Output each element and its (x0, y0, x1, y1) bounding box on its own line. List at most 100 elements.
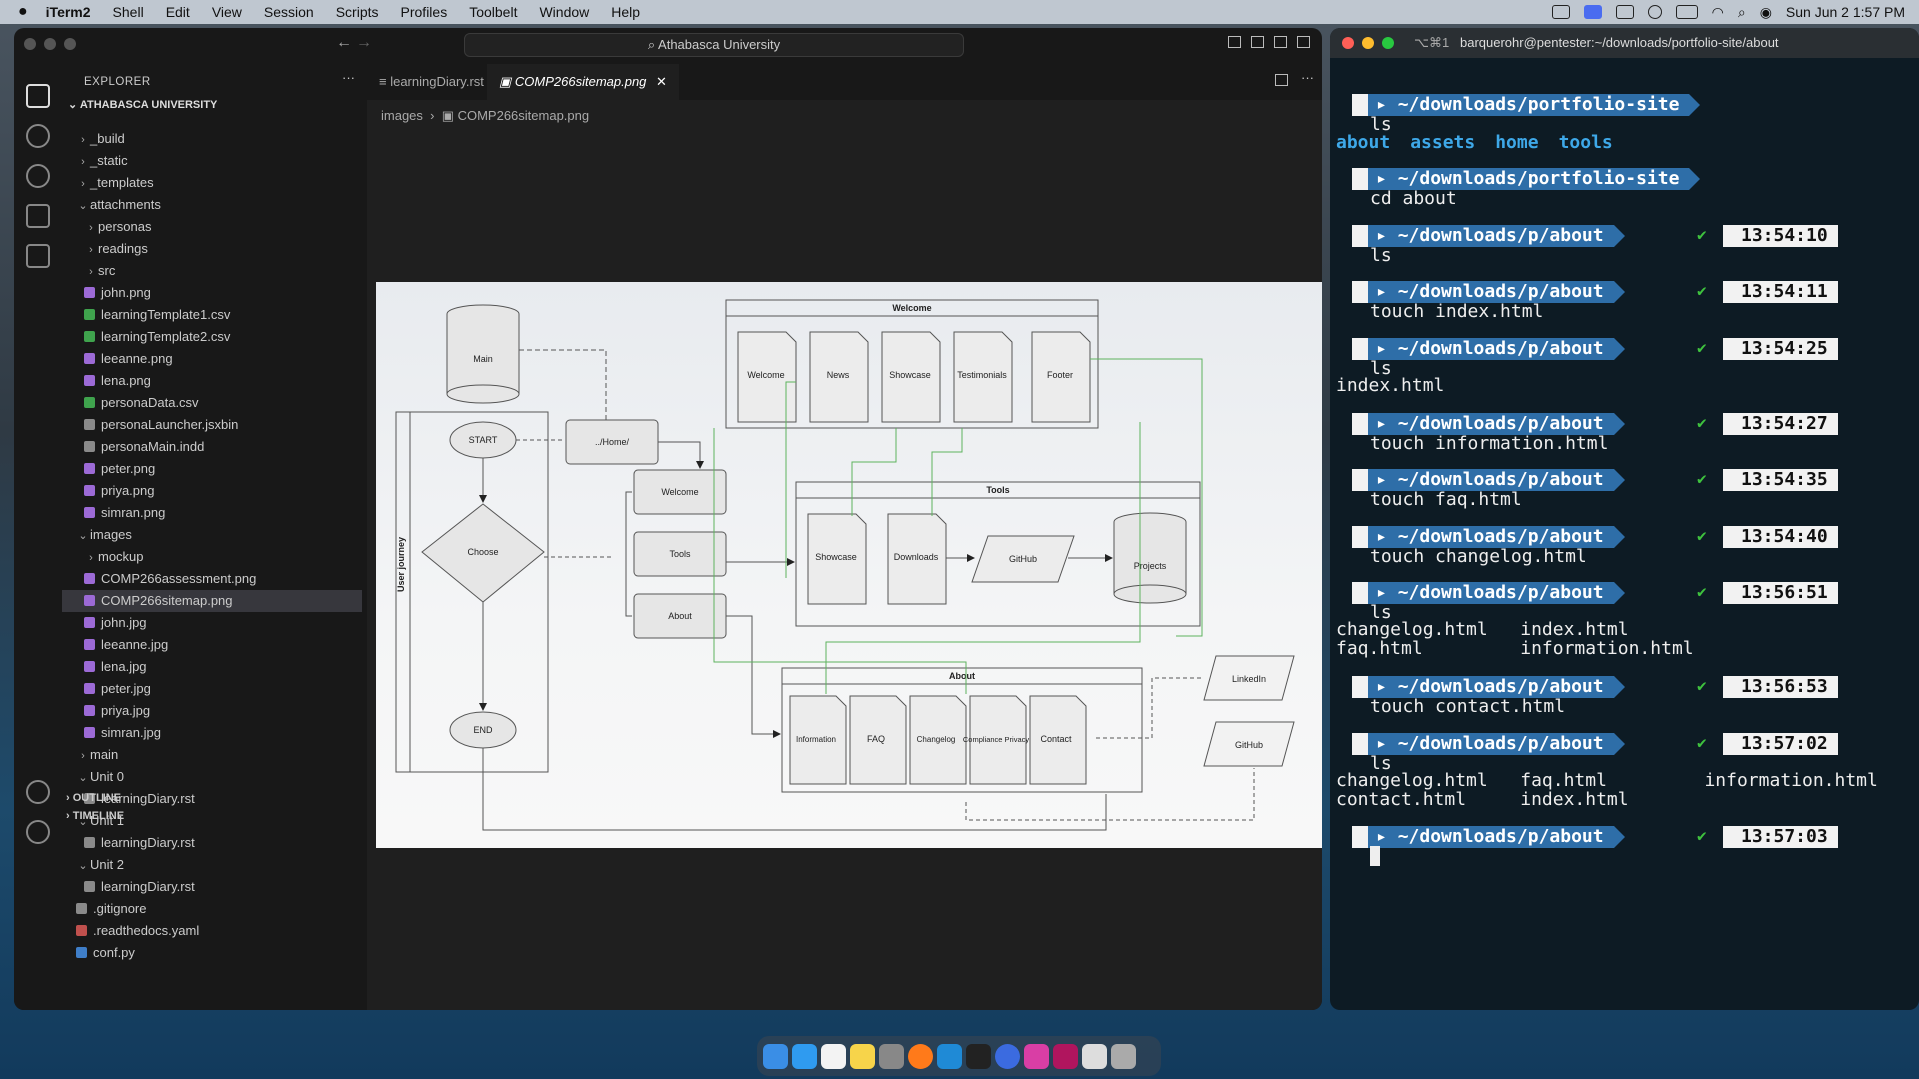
search-icon[interactable] (26, 124, 50, 148)
minimize-button[interactable] (1362, 37, 1374, 49)
vscode-icon[interactable] (937, 1043, 962, 1069)
menu-window[interactable]: Window (539, 4, 589, 20)
tree-file[interactable]: COMP266assessment.png (62, 568, 362, 590)
trash-icon[interactable] (1111, 1043, 1136, 1069)
tree-file[interactable]: lena.png (62, 370, 362, 392)
tree-file[interactable]: john.png (62, 282, 362, 304)
tree-file[interactable]: learningDiary.rst (62, 876, 362, 898)
command-center-search[interactable]: ⌕ Athabasca University (464, 33, 964, 57)
tree-file[interactable]: peter.jpg (62, 678, 362, 700)
menu-view[interactable]: View (212, 4, 242, 20)
tree-file[interactable]: COMP266sitemap.png (62, 590, 362, 612)
finder-icon[interactable] (763, 1043, 788, 1069)
search-icon[interactable]: ⌕ (1738, 4, 1746, 21)
firefox-icon[interactable] (908, 1043, 933, 1069)
breadcrumb-item[interactable]: images (381, 108, 423, 123)
tree-file[interactable]: simran.jpg (62, 722, 362, 744)
tree-folder[interactable]: › _static (62, 150, 362, 172)
back-arrow-icon[interactable]: ← (336, 34, 352, 52)
tree-folder[interactable]: › mockup (62, 546, 362, 568)
close-button[interactable] (24, 38, 36, 50)
tree-folder[interactable]: › main (62, 744, 362, 766)
tree-file[interactable]: priya.png (62, 480, 362, 502)
tree-file[interactable]: conf.py (62, 942, 362, 964)
toggle-secondary-sidebar-icon[interactable] (1274, 36, 1287, 48)
menu-scripts[interactable]: Scripts (336, 4, 379, 20)
mail-icon[interactable] (792, 1043, 817, 1069)
close-button[interactable] (1342, 37, 1354, 49)
tab-sitemap[interactable]: ▣ COMP266sitemap.png ✕ (487, 64, 679, 100)
workspace-root[interactable]: ⌄ ATHABASCA UNIVERSITY (68, 98, 217, 111)
menu-shell[interactable]: Shell (113, 4, 144, 20)
terminal-icon[interactable] (966, 1043, 991, 1069)
breadcrumb-item[interactable]: COMP266sitemap.png (458, 108, 590, 123)
account-icon[interactable] (26, 780, 50, 804)
tree-file[interactable]: learningDiary.rst (62, 832, 362, 854)
wifi-icon[interactable]: ◠ (1712, 4, 1724, 21)
split-editor-icon[interactable] (1275, 74, 1288, 86)
tree-file[interactable]: peter.png (62, 458, 362, 480)
tree-folder[interactable]: › personas (62, 216, 362, 238)
settings-icon[interactable] (879, 1043, 904, 1069)
tree-file[interactable]: john.jpg (62, 612, 362, 634)
tree-file[interactable]: .gitignore (62, 898, 362, 920)
tree-file[interactable]: personaMain.indd (62, 436, 362, 458)
tree-file[interactable]: leeanne.jpg (62, 634, 362, 656)
tree-folder[interactable]: ⌄ images (62, 524, 362, 546)
explorer-icon[interactable] (26, 84, 50, 108)
tree-file[interactable]: personaData.csv (62, 392, 362, 414)
menu-app-name[interactable]: iTerm2 (46, 4, 91, 20)
messenger-icon[interactable] (995, 1043, 1020, 1069)
extensions-icon[interactable] (26, 244, 50, 268)
tree-file[interactable]: simran.png (62, 502, 362, 524)
tree-file[interactable]: lena.jpg (62, 656, 362, 678)
timeline-section[interactable]: › TIMELINE (66, 810, 124, 822)
clock[interactable]: Sun Jun 2 1:57 PM (1786, 4, 1905, 20)
toggle-panel-icon[interactable] (1251, 36, 1264, 48)
tree-folder[interactable]: › readings (62, 238, 362, 260)
run-debug-icon[interactable] (26, 204, 50, 228)
close-tab-icon[interactable]: ✕ (656, 74, 667, 89)
menu-edit[interactable]: Edit (166, 4, 190, 20)
apple-menu-icon[interactable]: ● (18, 3, 28, 21)
editor-more-icon[interactable]: ··· (1301, 70, 1314, 85)
calendar-icon[interactable] (821, 1043, 846, 1069)
menu-help[interactable]: Help (611, 4, 640, 20)
instagram-icon[interactable] (1024, 1043, 1049, 1069)
tree-file[interactable]: learningTemplate1.csv (62, 304, 362, 326)
preview-icon[interactable] (1082, 1043, 1107, 1069)
notes-icon[interactable] (850, 1043, 875, 1069)
settings-gear-icon[interactable] (26, 820, 50, 844)
tree-folder[interactable]: ⌄ Unit 2 (62, 854, 362, 876)
menu-profiles[interactable]: Profiles (401, 4, 448, 20)
tree-file[interactable]: personaLauncher.jsxbin (62, 414, 362, 436)
tree-file[interactable]: priya.jpg (62, 700, 362, 722)
screen-icon[interactable] (1615, 5, 1634, 19)
source-control-icon[interactable] (26, 164, 50, 188)
zoom-button[interactable] (64, 38, 76, 50)
menu-session[interactable]: Session (264, 4, 314, 20)
tree-folder[interactable]: › src (62, 260, 362, 282)
menu-toolbelt[interactable]: Toolbelt (469, 4, 517, 20)
zoom-button[interactable] (1382, 37, 1394, 49)
status-icon[interactable] (1551, 5, 1570, 19)
control-center-icon[interactable]: ◉ (1760, 4, 1772, 21)
play-icon[interactable] (1647, 5, 1662, 19)
indesign-icon[interactable] (1053, 1043, 1078, 1069)
tree-folder[interactable]: ⌄ attachments (62, 194, 362, 216)
tree-file[interactable]: leeanne.png (62, 348, 362, 370)
tree-folder[interactable]: › _templates (62, 172, 362, 194)
minimize-button[interactable] (44, 38, 56, 50)
forward-arrow-icon[interactable]: → (356, 34, 372, 52)
window-icon[interactable] (1583, 5, 1602, 19)
outline-section[interactable]: › OUTLINE (66, 792, 121, 804)
customize-layout-icon[interactable] (1297, 36, 1310, 48)
tree-file[interactable]: .readthedocs.yaml (62, 920, 362, 942)
tree-file[interactable]: learningTemplate2.csv (62, 326, 362, 348)
battery-icon[interactable] (1675, 5, 1698, 19)
tab-learning-diary[interactable]: ≡ learningDiary.rst (367, 64, 496, 100)
tree-folder[interactable]: ⌄ Unit 0 (62, 766, 362, 788)
tree-folder[interactable]: › _build (62, 128, 362, 150)
toggle-sidebar-icon[interactable] (1228, 36, 1241, 48)
more-actions-icon[interactable]: ··· (342, 70, 355, 85)
